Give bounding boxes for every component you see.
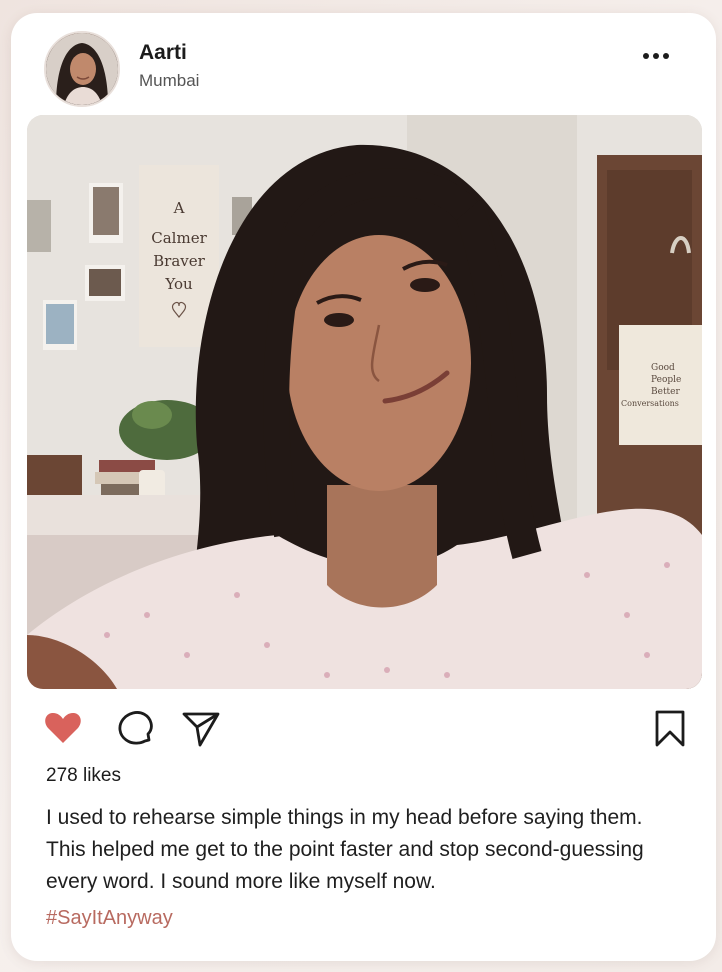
share-button[interactable] [180, 707, 222, 749]
post-caption: I used to rehearse simple things in my h… [46, 806, 644, 893]
user-name[interactable]: Aarti [139, 41, 187, 65]
post-photo[interactable]: Good People Better Conversations A Calme… [27, 115, 702, 689]
poster-line-1: A [173, 199, 185, 217]
comment-icon [118, 711, 153, 745]
post-header: Aarti Mumbai [11, 13, 716, 115]
more-horizontal-icon [643, 53, 649, 59]
heart-icon [45, 712, 81, 743]
save-button[interactable] [649, 707, 691, 749]
poster-line-4: You [164, 275, 193, 293]
avatar[interactable] [44, 31, 120, 107]
user-location[interactable]: Mumbai [139, 71, 199, 91]
like-button[interactable] [42, 707, 84, 749]
tote-bag-line-4: Conversations [621, 399, 679, 408]
comment-button[interactable] [114, 707, 156, 749]
hashtag-link[interactable]: #SayItAnyway [46, 907, 173, 930]
more-options-button[interactable] [633, 41, 679, 71]
tote-bag-line-1: Good [651, 363, 675, 373]
post-card: Aarti Mumbai Good People Better Conversa… [11, 13, 716, 961]
likes-count[interactable]: 278 likes [46, 765, 121, 787]
bookmark-icon [655, 710, 685, 747]
tote-bag-line-3: Better [651, 387, 680, 397]
send-icon [182, 712, 220, 747]
poster-line-2: Calmer [151, 229, 207, 247]
poster-line-3: Braver [153, 252, 205, 270]
tote-bag-line-2: People [651, 375, 681, 385]
action-bar [11, 703, 716, 753]
